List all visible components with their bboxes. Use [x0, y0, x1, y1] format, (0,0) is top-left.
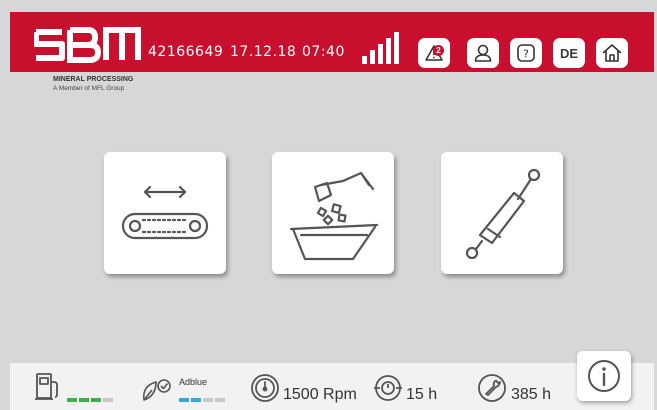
signal-strength-icon: [362, 32, 399, 64]
crusher-hopper-icon: [289, 171, 379, 261]
engine-hours-readout: 15 h: [406, 386, 438, 403]
language-label: DE: [559, 45, 579, 61]
alert-count-badge: 2: [433, 45, 444, 56]
info-icon: [588, 360, 620, 392]
service-hours-readout: 385 h: [511, 386, 552, 403]
user-button[interactable]: [467, 38, 499, 68]
svg-text:?: ?: [523, 48, 529, 61]
engine-hours-icon: [374, 375, 402, 401]
brand-tagline: A Member of MFL Group: [53, 85, 125, 92]
machine-id: 42166649: [148, 44, 224, 60]
alerts-button[interactable]: 2: [418, 38, 450, 68]
adblue-level-segment: [215, 398, 225, 402]
fuel-level-segment: [91, 398, 101, 402]
user-icon: [474, 44, 492, 62]
help-button[interactable]: ?: [510, 38, 542, 68]
home-icon: [602, 44, 622, 62]
fuel-level-segment: [103, 398, 113, 402]
language-button[interactable]: DE: [553, 38, 585, 68]
speedometer-icon: [251, 374, 279, 402]
conveyor-tile-button[interactable]: [104, 152, 226, 274]
rpm-readout: 1500 Rpm: [283, 386, 357, 403]
hydraulic-tile-button[interactable]: [441, 152, 563, 274]
info-button[interactable]: [577, 351, 631, 401]
home-button[interactable]: [596, 38, 628, 68]
header-bar: 42166649 17.12.18 07:40 2 ? DE: [10, 12, 654, 72]
hydraulic-cylinder-icon: [465, 168, 541, 260]
time-display: 07:40: [302, 44, 345, 60]
adblue-level-segment: [179, 398, 189, 402]
help-icon: ?: [517, 44, 535, 62]
eco-leaf-icon: [142, 379, 171, 401]
adblue-level-segment: [203, 398, 213, 402]
fuel-pump-icon: [35, 373, 58, 400]
date-display: 17.12.18: [230, 44, 297, 60]
fuel-level-segment: [67, 398, 77, 402]
brand-subtitle: MINERAL PROCESSING: [53, 76, 134, 83]
sbm-logo: [34, 27, 141, 63]
crusher-tile-button[interactable]: [272, 152, 394, 274]
adblue-level-segment: [191, 398, 201, 402]
service-wrench-icon: [478, 374, 506, 402]
adblue-label: Adblue: [179, 377, 208, 387]
conveyor-belt-icon: [121, 185, 209, 240]
fuel-level-segment: [79, 398, 89, 402]
